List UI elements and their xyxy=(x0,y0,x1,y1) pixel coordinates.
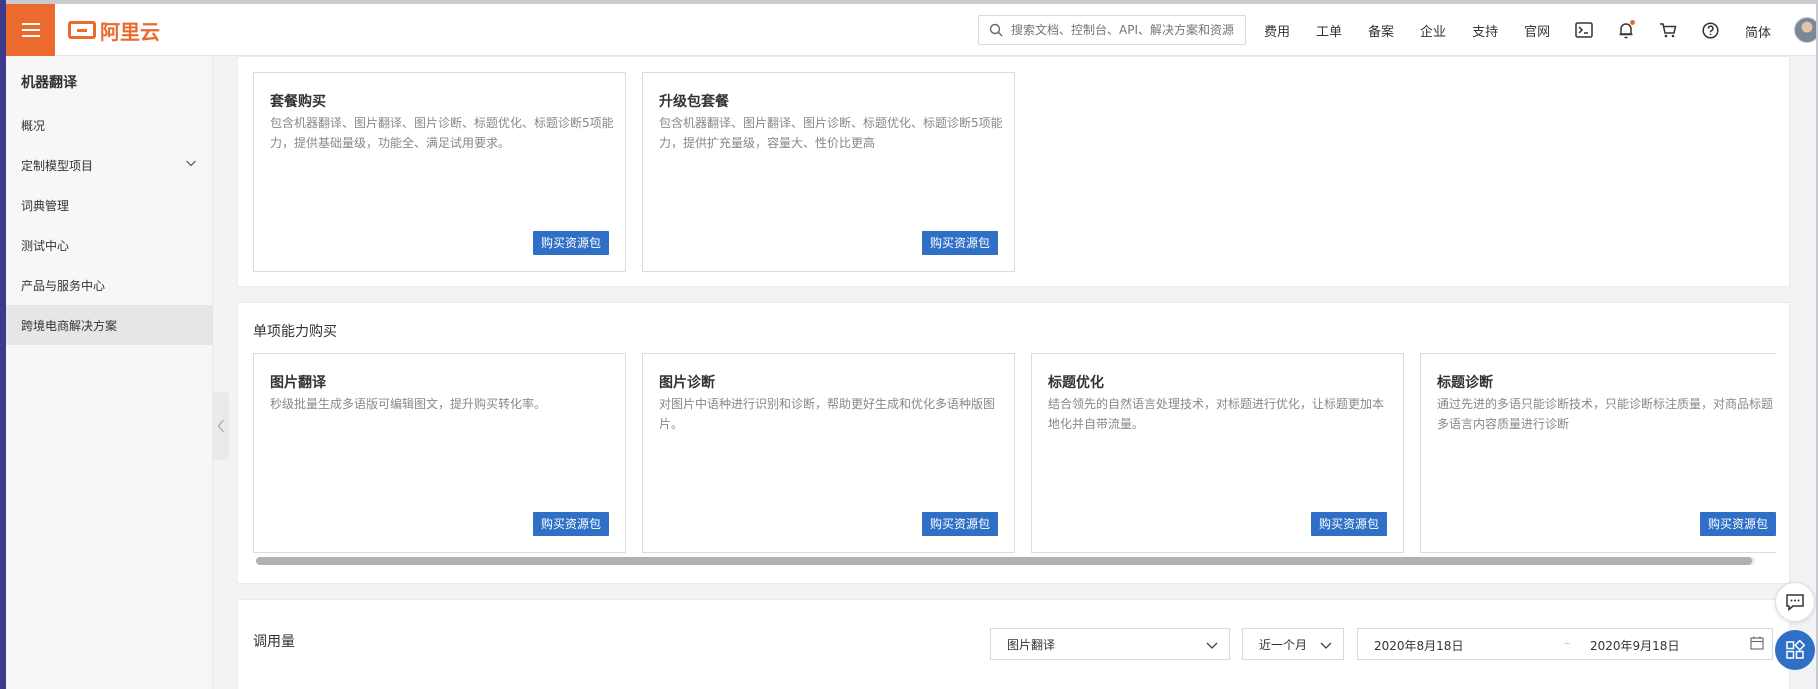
capability-card-scroller[interactable]: 图片翻译 秒级批量生成多语版可编辑图文，提升购买转化率。 购买资源包 图片诊断 … xyxy=(253,353,1776,555)
sidebar-item-label: 测试中心 xyxy=(21,238,70,253)
sidebar-item-label: 定制模型项目 xyxy=(21,158,94,173)
chevron-left-icon xyxy=(217,419,224,433)
top-navigation-bar: 阿里云 费用 工单 备案 企业 支持 官网 简体 xyxy=(6,4,1818,56)
card-description: 通过先进的多语只能诊断技术，只能诊断标注质量，对商品标题多语言内容质量进行诊断 xyxy=(1437,397,1774,431)
window-top-frame xyxy=(0,0,1818,4)
global-search[interactable] xyxy=(978,15,1246,45)
sidebar-item-cross-border-ecommerce[interactable]: 跨境电商解决方案 xyxy=(6,305,213,345)
sidebar-item-test-center[interactable]: 测试中心 xyxy=(6,225,213,265)
nav-link-support[interactable]: 支持 xyxy=(1472,21,1498,40)
help-icon xyxy=(1701,21,1719,39)
aliyun-logo[interactable]: 阿里云 xyxy=(68,17,160,44)
logo-text: 阿里云 xyxy=(100,19,160,44)
terminal-button[interactable] xyxy=(1574,20,1594,40)
apps-grid-icon xyxy=(1786,640,1805,659)
capability-card-title-diagnosis: 标题诊断 通过先进的多语只能诊断技术，只能诊断标注质量，对商品标题多语言内容质量… xyxy=(1420,353,1776,553)
section-title: 单项能力购买 xyxy=(253,324,337,340)
card-title: 标题优化 xyxy=(1048,375,1104,391)
sidebar-item-label: 词典管理 xyxy=(21,198,70,213)
package-card-upgrade: 升级包套餐 包含机器翻译、图片翻译、图片诊断、标题优化、标题诊断5项能力，提供扩… xyxy=(642,72,1015,272)
sidebar-item-label: 跨境电商解决方案 xyxy=(21,318,118,333)
cart-button[interactable] xyxy=(1658,20,1678,40)
capability-card-title-optimization: 标题优化 结合领先的自然语言处理技术，对标题进行优化，让标题更加本地化并自带流量… xyxy=(1031,353,1404,553)
buy-package-button[interactable]: 购买资源包 xyxy=(1310,512,1387,536)
card-title: 标题诊断 xyxy=(1437,375,1493,391)
chat-float-button[interactable] xyxy=(1775,582,1815,622)
notification-dot xyxy=(1630,20,1635,25)
nav-link-official-site[interactable]: 官网 xyxy=(1524,21,1550,40)
card-description: 秒级批量生成多语版可编辑图文，提升购买转化率。 xyxy=(270,397,547,411)
card-title: 升级包套餐 xyxy=(659,94,729,110)
nav-link-icp[interactable]: 备案 xyxy=(1368,21,1394,40)
buy-package-button[interactable]: 购买资源包 xyxy=(921,512,998,536)
card-description: 包含机器翻译、图片翻译、图片诊断、标题优化、标题诊断5项能力，提供扩充量级，容量… xyxy=(659,116,1003,150)
apps-float-button[interactable] xyxy=(1775,630,1815,670)
chevron-down-icon xyxy=(1320,642,1332,649)
terminal-icon xyxy=(1575,22,1593,38)
card-description: 对图片中语种进行识别和诊断，帮助更好生成和优化多语种版图片。 xyxy=(659,397,996,431)
calendar-icon xyxy=(1750,636,1764,650)
buy-package-button[interactable]: 购买资源包 xyxy=(921,231,998,255)
message-icon xyxy=(1786,594,1804,612)
notification-button[interactable] xyxy=(1616,20,1636,40)
sidebar: 机器翻译 概况 定制模型项目 词典管理 测试中心 产品与服务中心 跨境电商解决方… xyxy=(6,56,213,689)
horizontal-scrollbar[interactable] xyxy=(256,557,1755,565)
buy-package-button[interactable]: 购买资源包 xyxy=(532,512,609,536)
service-select-value: 图片翻译 xyxy=(1007,637,1056,652)
hamburger-menu-button[interactable] xyxy=(6,4,55,56)
card-title: 套餐购买 xyxy=(270,94,326,110)
sidebar-item-label: 概况 xyxy=(21,118,46,133)
language-switch[interactable]: 简体 xyxy=(1745,22,1771,41)
package-purchase-panel: 套餐购买 包含机器翻译、图片翻译、图片诊断、标题优化、标题诊断5项能力，提供基础… xyxy=(237,56,1790,287)
date-start[interactable]: 2020年8月18日 xyxy=(1374,637,1463,654)
sidebar-item-product-service[interactable]: 产品与服务中心 xyxy=(6,265,213,305)
chevron-down-icon xyxy=(186,160,196,167)
usage-title: 调用量 xyxy=(253,634,295,650)
capability-card-image-diagnosis: 图片诊断 对图片中语种进行识别和诊断，帮助更好生成和优化多语种版图片。 购买资源… xyxy=(642,353,1015,553)
capability-card-image-translation: 图片翻译 秒级批量生成多语版可编辑图文，提升购买转化率。 购买资源包 xyxy=(253,353,626,553)
card-description: 结合领先的自然语言处理技术，对标题进行优化，让标题更加本地化并自带流量。 xyxy=(1048,397,1385,431)
user-avatar[interactable] xyxy=(1794,17,1818,43)
sidebar-title: 机器翻译 xyxy=(21,75,77,91)
top-nav-icons xyxy=(1574,4,1720,56)
package-card-basic: 套餐购买 包含机器翻译、图片翻译、图片诊断、标题优化、标题诊断5项能力，提供基础… xyxy=(253,72,626,272)
card-title: 图片翻译 xyxy=(270,375,326,391)
help-button[interactable] xyxy=(1700,20,1720,40)
sidebar-item-overview[interactable]: 概况 xyxy=(6,105,213,145)
sidebar-item-custom-model[interactable]: 定制模型项目 xyxy=(6,145,213,185)
nav-link-fee[interactable]: 费用 xyxy=(1264,21,1290,40)
nav-link-enterprise[interactable]: 企业 xyxy=(1420,21,1446,40)
service-select[interactable]: 图片翻译 xyxy=(990,628,1230,660)
window-left-frame xyxy=(0,0,6,689)
date-range-picker[interactable]: 2020年8月18日 – 2020年9月18日 xyxy=(1357,628,1773,660)
date-end[interactable]: 2020年9月18日 xyxy=(1590,637,1679,654)
buy-package-button[interactable]: 购买资源包 xyxy=(1699,512,1776,536)
search-input[interactable] xyxy=(1011,23,1241,37)
period-select[interactable]: 近一个月 xyxy=(1242,628,1344,660)
sidebar-item-label: 产品与服务中心 xyxy=(21,278,106,293)
menu-icon xyxy=(21,23,40,37)
aliyun-logo-icon xyxy=(68,21,96,39)
cart-icon xyxy=(1660,23,1677,38)
date-separator: – xyxy=(1564,636,1570,650)
search-icon xyxy=(989,23,1003,37)
top-nav-links: 费用 工单 备案 企业 支持 官网 xyxy=(1264,4,1576,56)
buy-package-button[interactable]: 购买资源包 xyxy=(532,231,609,255)
card-description: 包含机器翻译、图片翻译、图片诊断、标题优化、标题诊断5项能力，提供基础量级，功能… xyxy=(270,116,614,150)
card-title: 图片诊断 xyxy=(659,375,715,391)
nav-link-ticket[interactable]: 工单 xyxy=(1316,21,1342,40)
scrollbar-thumb[interactable] xyxy=(256,557,1752,565)
sidebar-collapse-handle[interactable] xyxy=(213,392,229,460)
sidebar-item-dictionary[interactable]: 词典管理 xyxy=(6,185,213,225)
chevron-down-icon xyxy=(1206,642,1218,649)
single-capability-panel: 单项能力购买 图片翻译 秒级批量生成多语版可编辑图文，提升购买转化率。 购买资源… xyxy=(237,302,1790,584)
period-select-value: 近一个月 xyxy=(1259,637,1308,652)
